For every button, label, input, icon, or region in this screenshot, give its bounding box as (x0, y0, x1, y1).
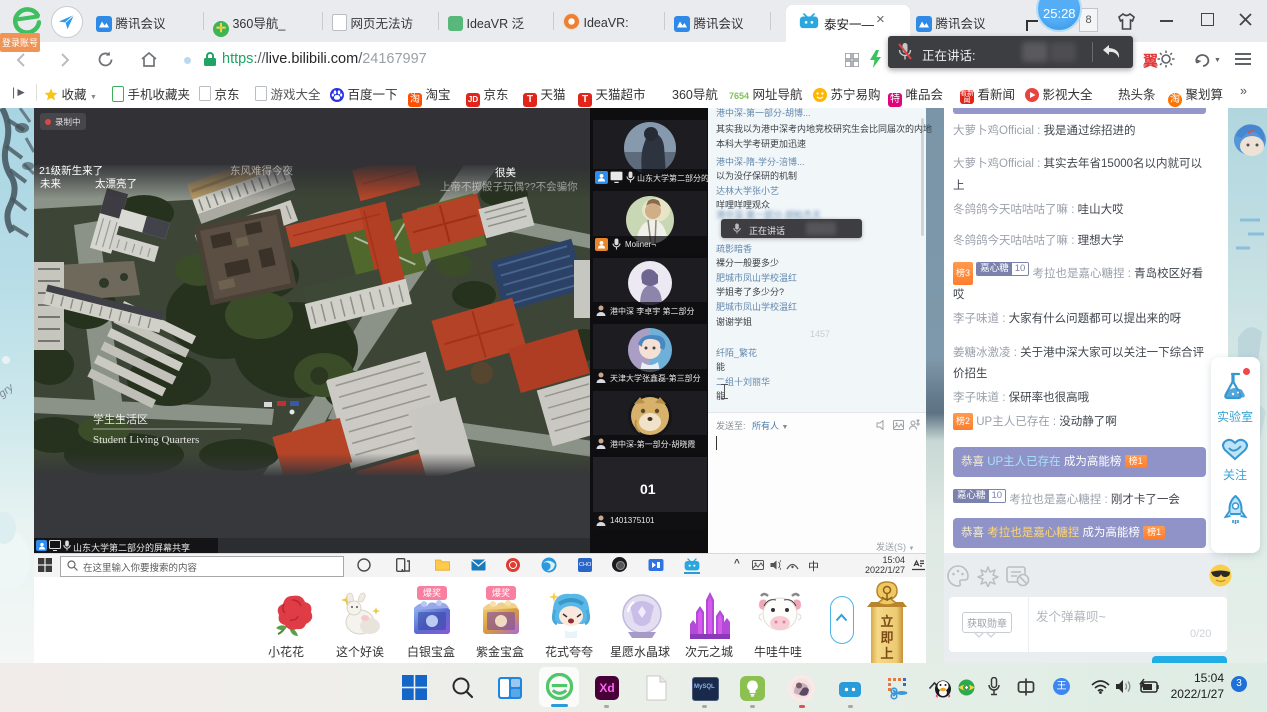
svg-text:gry: gry (0, 381, 17, 401)
svg-text:Student Living Quarters: Student Living Quarters (93, 434, 199, 446)
svg-text:未来: 未来 (40, 178, 61, 190)
svg-text:上: 上 (880, 646, 893, 661)
svg-text:东风难得今夜: 东风难得今夜 (230, 165, 293, 177)
svg-text:上帝不掷骰子玩偶??不会骗你: 上帝不掷骰子玩偶??不会骗你 (440, 180, 578, 193)
svg-text:21级新生来了: 21级新生来了 (39, 165, 103, 177)
svg-text:太漂亮了: 太漂亮了 (95, 177, 137, 190)
svg-text:立: 立 (880, 614, 893, 629)
svg-text:即: 即 (880, 630, 893, 645)
svg-text:学生生活区: 学生生活区 (93, 412, 148, 426)
svg-text:很美: 很美 (495, 166, 516, 179)
